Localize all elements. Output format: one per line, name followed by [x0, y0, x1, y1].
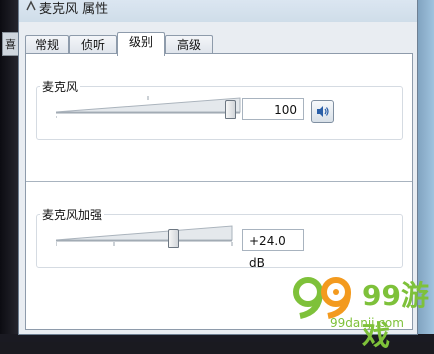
boost-slider-thumb[interactable]	[168, 229, 179, 248]
title-bar[interactable]: 麦克风 属性	[19, 0, 417, 22]
microphone-label: 麦克风	[40, 78, 81, 95]
speaker-icon	[317, 106, 329, 117]
tab-advanced[interactable]: 高级	[165, 35, 213, 55]
boost-slider[interactable]	[56, 224, 240, 246]
tab-general[interactable]: 常规	[25, 35, 69, 55]
section-divider	[26, 181, 412, 183]
microphone-slider-thumb[interactable]	[225, 100, 236, 119]
boost-label: 麦克风加强	[40, 206, 105, 223]
watermark-logo: 99游戏 99danji.com	[292, 272, 432, 352]
tab-listen[interactable]: 侦听	[69, 35, 117, 55]
window-title: 麦克风 属性	[39, 2, 109, 17]
microphone-mute-button[interactable]	[311, 100, 334, 123]
watermark-url: 99danji.com	[330, 316, 404, 330]
tab-levels[interactable]: 级别	[117, 32, 165, 56]
microphone-icon	[25, 0, 37, 14]
watermark-logo-text: 99游戏	[362, 279, 429, 352]
microphone-slider[interactable]	[56, 96, 246, 118]
background-window-text: 喜	[5, 38, 16, 51]
microphone-level-value[interactable]: 100	[242, 98, 304, 120]
boost-level-value[interactable]: +24.0 dB	[242, 229, 304, 270]
